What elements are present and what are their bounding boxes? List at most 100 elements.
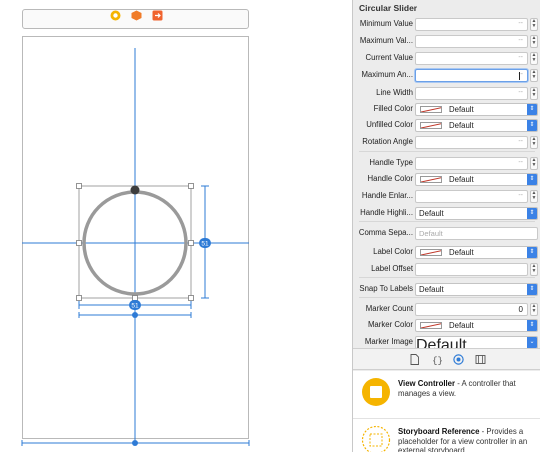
maximum-val-field[interactable]: -- — [415, 35, 528, 48]
handle-enlar-field[interactable]: -- — [415, 190, 528, 203]
resize-handle-top-left[interactable] — [76, 183, 82, 189]
handle-highli-popup[interactable]: Default ⇕ — [415, 207, 538, 220]
inspector-row-maximum-val: Maximum Val... -- ▲ ▼ — [353, 34, 540, 50]
stepper-arrows-icon[interactable]: ▲ ▼ — [530, 157, 538, 170]
resize-handle-right[interactable] — [188, 240, 194, 246]
inspector-row-marker-count: Marker Count 0 ▲ ▼ — [353, 302, 540, 318]
stepper-arrows-icon[interactable]: ▲ ▼ — [530, 18, 538, 31]
row-label: Snap To Labels — [359, 284, 413, 293]
row-label: Handle Highli... — [360, 208, 413, 217]
popup-value: Default — [419, 285, 444, 294]
marker-count-field[interactable]: 0 — [415, 303, 528, 316]
popup-arrows-icon: ⇕ — [527, 120, 537, 131]
current-value-field[interactable]: -- — [415, 52, 528, 65]
storyboard-reference-icon — [361, 425, 391, 452]
stepper-arrows-icon[interactable]: ▲ ▼ — [530, 190, 538, 203]
row-label: Marker Image — [364, 337, 413, 346]
handle-color-popup[interactable]: Default ⇕ — [415, 173, 538, 186]
field-value: -- — [518, 37, 523, 44]
chevron-down-icon: ⌄ — [527, 337, 537, 348]
row-label: Line Width — [376, 88, 413, 97]
storyboard-canvas[interactable]: 51 51 — [0, 0, 352, 452]
row-label: Marker Count — [365, 304, 413, 313]
library-item-text: View Controller - A controller that mana… — [398, 379, 536, 398]
marker-color-popup[interactable]: Default ⇕ — [415, 319, 538, 332]
library-item-storyboard-reference[interactable]: Storyboard Reference - Provides a placeh… — [353, 419, 540, 452]
circular-slider-view[interactable]: 51 51 — [0, 0, 352, 452]
inspector-row-line-width: Line Width -- ▲ ▼ — [353, 86, 540, 102]
field-placeholder: Default — [419, 229, 443, 238]
resize-handle-bottom-left[interactable] — [76, 295, 82, 301]
file-inspector-icon[interactable] — [409, 354, 420, 365]
comma-sepa-field[interactable]: Default — [415, 227, 538, 240]
bottom-anchor-dot — [132, 440, 138, 446]
section-divider — [359, 151, 535, 152]
inspector-row-label-color: Label Color Default ⇕ — [353, 245, 540, 261]
media-library-icon[interactable] — [475, 354, 486, 365]
view-controller-icon — [362, 378, 390, 406]
field-value: -- — [518, 192, 523, 199]
inspector-row-handle-highli: Handle Highli... Default ⇕ — [353, 206, 540, 222]
field-value: -- — [518, 159, 523, 166]
field-value: -- — [518, 89, 523, 96]
stepper-arrows-icon[interactable]: ▲ ▼ — [530, 35, 538, 48]
row-label: Unfilled Color — [366, 120, 413, 129]
unfilled-color-popup[interactable]: Default ⇕ — [415, 119, 538, 132]
inspector-row-current-value: Current Value -- ▲ ▼ — [353, 51, 540, 67]
handle-type-field[interactable]: -- — [415, 157, 528, 170]
label-color-popup[interactable]: Default ⇕ — [415, 246, 538, 259]
popup-value: Default — [449, 175, 474, 184]
resize-handle-bottom[interactable] — [132, 295, 138, 301]
width-anchor-dot — [132, 312, 138, 318]
library-item-title: Storyboard Reference — [398, 427, 480, 436]
color-swatch — [420, 176, 442, 183]
popup-value: Default — [449, 248, 474, 257]
stepper-arrows-icon[interactable]: ▲ ▼ — [530, 69, 538, 82]
text-caret — [519, 72, 520, 80]
popup-arrows-icon: ⇕ — [527, 320, 537, 331]
inspector-row-snap-to-labels: Snap To Labels Default ⇕ — [353, 282, 540, 298]
object-library-icon[interactable] — [453, 354, 464, 365]
stepper-arrows-icon[interactable]: ▲ ▼ — [530, 52, 538, 65]
row-label: Comma Sepa... — [358, 228, 413, 237]
resize-handle-top-right[interactable] — [188, 183, 194, 189]
attributes-inspector: Circular Slider Minimum Value -- ▲ ▼ Maximum… — [352, 0, 540, 452]
row-label: Handle Color — [367, 174, 413, 183]
inspector-row-handle-type: Handle Type -- ▲ ▼ — [353, 156, 540, 172]
resize-handle-bottom-right[interactable] — [188, 295, 194, 301]
filled-color-popup[interactable]: Default ⇕ — [415, 103, 538, 116]
popup-arrows-icon: ⇕ — [527, 208, 537, 219]
library-tab-bar: {} — [353, 348, 540, 370]
stepper-arrows-icon[interactable]: ▲ ▼ — [530, 87, 538, 100]
popup-value: Default — [449, 105, 474, 114]
field-value: -- — [518, 54, 523, 61]
code-braces-icon[interactable]: {} — [432, 354, 443, 365]
color-swatch — [420, 249, 442, 256]
row-label: Label Color — [373, 247, 413, 256]
resize-handle-left[interactable] — [76, 240, 82, 246]
inspector-row-handle-enlar: Handle Enlar... -- ▲ ▼ — [353, 189, 540, 205]
maximum-an-field[interactable]: -- — [415, 69, 528, 82]
inspector-row-marker-color: Marker Color Default ⇕ — [353, 318, 540, 334]
stepper-arrows-icon[interactable]: ▲ ▼ — [530, 263, 538, 276]
line-width-field[interactable]: -- — [415, 87, 528, 100]
snap-to-labels-popup[interactable]: Default ⇕ — [415, 283, 538, 296]
row-label: Rotation Angle — [362, 137, 413, 146]
slider-handle[interactable] — [130, 185, 140, 195]
minimum-value-field[interactable]: -- — [415, 18, 528, 31]
popup-value: Default — [449, 321, 474, 330]
popup-arrows-icon: ⇕ — [527, 247, 537, 258]
object-library-list: View Controller - A controller that mana… — [353, 371, 540, 452]
library-item-view-controller[interactable]: View Controller - A controller that mana… — [353, 371, 540, 411]
rotation-angle-field[interactable]: -- — [415, 136, 528, 149]
field-value: -- — [518, 138, 523, 145]
section-title: Circular Slider — [359, 3, 418, 13]
stepper-arrows-icon[interactable]: ▲ ▼ — [530, 136, 538, 149]
svg-text:{}: {} — [432, 356, 443, 365]
stepper-arrows-icon[interactable]: ▲ ▼ — [530, 303, 538, 316]
popup-value: Default — [419, 209, 444, 218]
inspector-row-maximum-an: Maximum An... -- ▲ ▼ — [353, 68, 540, 84]
row-label: Minimum Value — [359, 19, 413, 28]
label-offset-field[interactable] — [415, 263, 528, 276]
field-value: 0 — [518, 305, 523, 314]
